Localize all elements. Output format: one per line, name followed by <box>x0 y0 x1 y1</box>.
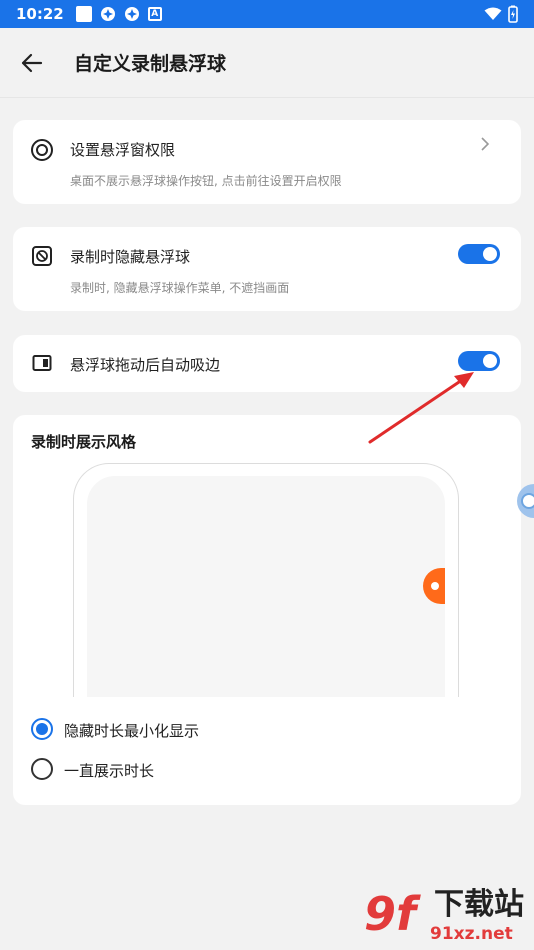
annotation-arrow-icon <box>368 372 474 444</box>
phone-preview-screen <box>87 476 445 697</box>
site-watermark: 9f 下载站 91xz.net <box>364 886 534 950</box>
hide-ball-toggle[interactable] <box>458 244 500 264</box>
toggle-knob <box>483 247 497 261</box>
status-right-icons <box>484 5 518 23</box>
permission-subtitle: 桌面不展示悬浮球操作按钮, 点击前往设置开启权限 <box>70 174 342 188</box>
watermark-url: 91xz.net <box>430 924 513 944</box>
notification-square-icon <box>75 6 92 22</box>
float-ball-preview <box>423 568 445 604</box>
page-title: 自定义录制悬浮球 <box>74 53 227 75</box>
auto-edge-title: 悬浮球拖动后自动吸边 <box>70 356 221 374</box>
play-icon <box>521 493 534 509</box>
permission-setting-card[interactable]: 设置悬浮窗权限 桌面不展示悬浮球操作按钮, 点击前往设置开启权限 <box>13 120 521 204</box>
status-bar: 10:22 A <box>0 0 534 28</box>
wifi-icon <box>484 7 502 20</box>
a-badge-icon: A <box>147 7 162 21</box>
pinwheel-icon <box>124 7 139 21</box>
hide-ball-subtitle: 录制时, 隐藏悬浮球操作菜单, 不遮挡画面 <box>70 281 290 295</box>
phone-preview <box>73 463 459 697</box>
radio-always-show-duration[interactable] <box>31 758 53 780</box>
hide-ball-icon <box>32 246 52 266</box>
chevron-right-icon <box>481 137 490 151</box>
radio-minimize-duration[interactable] <box>31 718 53 740</box>
edge-snap-icon <box>32 355 52 371</box>
target-circle-icon <box>31 139 53 161</box>
battery-charging-icon <box>508 5 518 23</box>
pinwheel-icon <box>100 7 115 21</box>
arrow-left-icon <box>21 53 43 72</box>
display-style-card: 录制时展示风格 隐藏时长最小化显示 一直展示时长 <box>13 415 521 805</box>
watermark-logo: 9f <box>364 887 417 941</box>
status-icons: A <box>75 6 162 22</box>
radio-label-minimize: 隐藏时长最小化显示 <box>64 722 200 740</box>
hide-ball-title: 录制时隐藏悬浮球 <box>70 248 191 266</box>
back-button[interactable] <box>12 43 52 83</box>
permission-title: 设置悬浮窗权限 <box>70 141 176 159</box>
float-ball-dot <box>431 582 439 590</box>
watermark-title: 下载站 <box>434 887 524 922</box>
radio-label-always: 一直展示时长 <box>64 762 155 780</box>
app-bar: 自定义录制悬浮球 <box>0 28 534 98</box>
hide-ball-setting-card: 录制时隐藏悬浮球 录制时, 隐藏悬浮球操作菜单, 不遮挡画面 <box>13 227 521 311</box>
display-style-title: 录制时展示风格 <box>31 433 137 451</box>
status-time: 10:22 <box>16 5 64 23</box>
